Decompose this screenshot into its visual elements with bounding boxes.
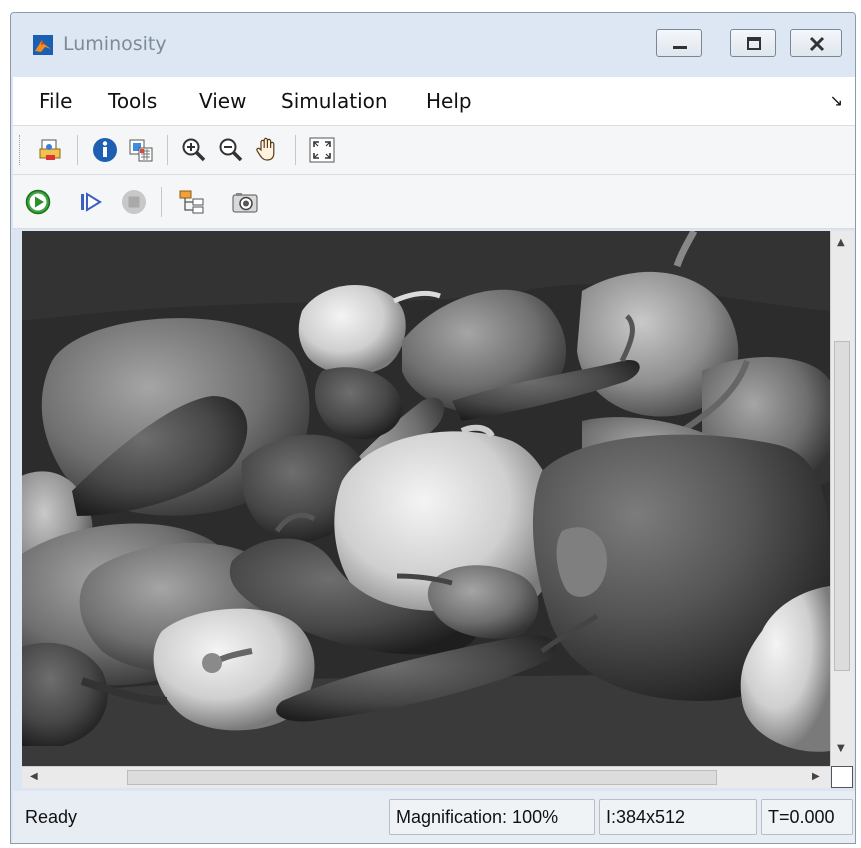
magnification-text: Magnification: 100% xyxy=(396,807,559,827)
scroll-up-arrow-icon[interactable]: ▲ xyxy=(837,237,845,248)
scroll-down-arrow-icon[interactable]: ▼ xyxy=(837,743,845,754)
window-title: Luminosity xyxy=(63,33,167,55)
pan-hand-icon[interactable] xyxy=(254,136,280,162)
viewer-window: Luminosity File Tools View Simulation He… xyxy=(10,12,856,844)
menu-view[interactable]: View xyxy=(199,89,246,113)
model-hierarchy-icon[interactable] xyxy=(179,189,205,215)
close-button[interactable] xyxy=(790,29,842,57)
scroll-left-arrow-icon[interactable]: ◀ xyxy=(30,771,38,782)
print-export-icon[interactable] xyxy=(37,137,63,163)
horizontal-scrollbar[interactable]: ◀ ▶ xyxy=(22,766,830,788)
close-icon xyxy=(809,36,825,52)
vertical-scroll-thumb[interactable] xyxy=(834,341,850,671)
fit-to-view-icon[interactable] xyxy=(309,137,335,163)
toolbar-simulation xyxy=(13,175,855,229)
step-forward-icon[interactable] xyxy=(78,189,104,215)
minimize-icon xyxy=(673,46,687,49)
zoom-in-icon[interactable] xyxy=(181,137,207,163)
scroll-right-arrow-icon[interactable]: ▶ xyxy=(812,771,820,782)
toolbar-separator xyxy=(295,135,296,165)
menu-bar: File Tools View Simulation Help ↘ xyxy=(13,77,855,125)
menu-file[interactable]: File xyxy=(39,89,72,113)
menu-help[interactable]: Help xyxy=(426,89,472,113)
scrollbar-corner xyxy=(831,766,853,788)
maximize-icon xyxy=(747,37,761,50)
image-properties-icon[interactable] xyxy=(128,137,154,163)
zoom-out-icon[interactable] xyxy=(218,137,244,163)
magnification-readout: Magnification: 100% xyxy=(389,799,595,835)
status-ready-text: Ready xyxy=(25,807,78,827)
grayscale-peppers-image xyxy=(22,231,830,766)
menu-simulation[interactable]: Simulation xyxy=(281,89,388,113)
maximize-button[interactable] xyxy=(730,29,776,57)
image-dimensions-readout: I:384x512 xyxy=(599,799,757,835)
info-icon[interactable] xyxy=(92,137,118,163)
status-bar: Ready Magnification: 100% I:384x512 T=0.… xyxy=(13,791,855,843)
toolbar-separator xyxy=(167,135,168,165)
stop-icon[interactable] xyxy=(121,189,147,215)
dimensions-text: I:384x512 xyxy=(606,807,686,827)
toolbar-grip[interactable] xyxy=(19,135,23,165)
horizontal-scroll-thumb[interactable] xyxy=(127,770,717,785)
toolbar-view xyxy=(13,125,855,175)
menu-tools[interactable]: Tools xyxy=(108,89,157,113)
image-viewport[interactable] xyxy=(22,231,830,766)
run-icon[interactable] xyxy=(25,189,51,215)
simulation-time-readout: T=0.000 xyxy=(761,799,853,835)
toolbar-separator xyxy=(77,135,78,165)
time-text: T=0.000 xyxy=(768,807,835,827)
snapshot-icon[interactable] xyxy=(232,190,258,216)
toolbar-separator xyxy=(161,187,162,217)
title-bar[interactable]: Luminosity xyxy=(11,13,855,77)
undock-arrow-icon[interactable]: ↘ xyxy=(830,91,843,110)
vertical-scrollbar[interactable]: ▲ ▼ xyxy=(830,231,854,766)
minimize-button[interactable] xyxy=(656,29,702,57)
matlab-logo-icon xyxy=(33,35,53,55)
